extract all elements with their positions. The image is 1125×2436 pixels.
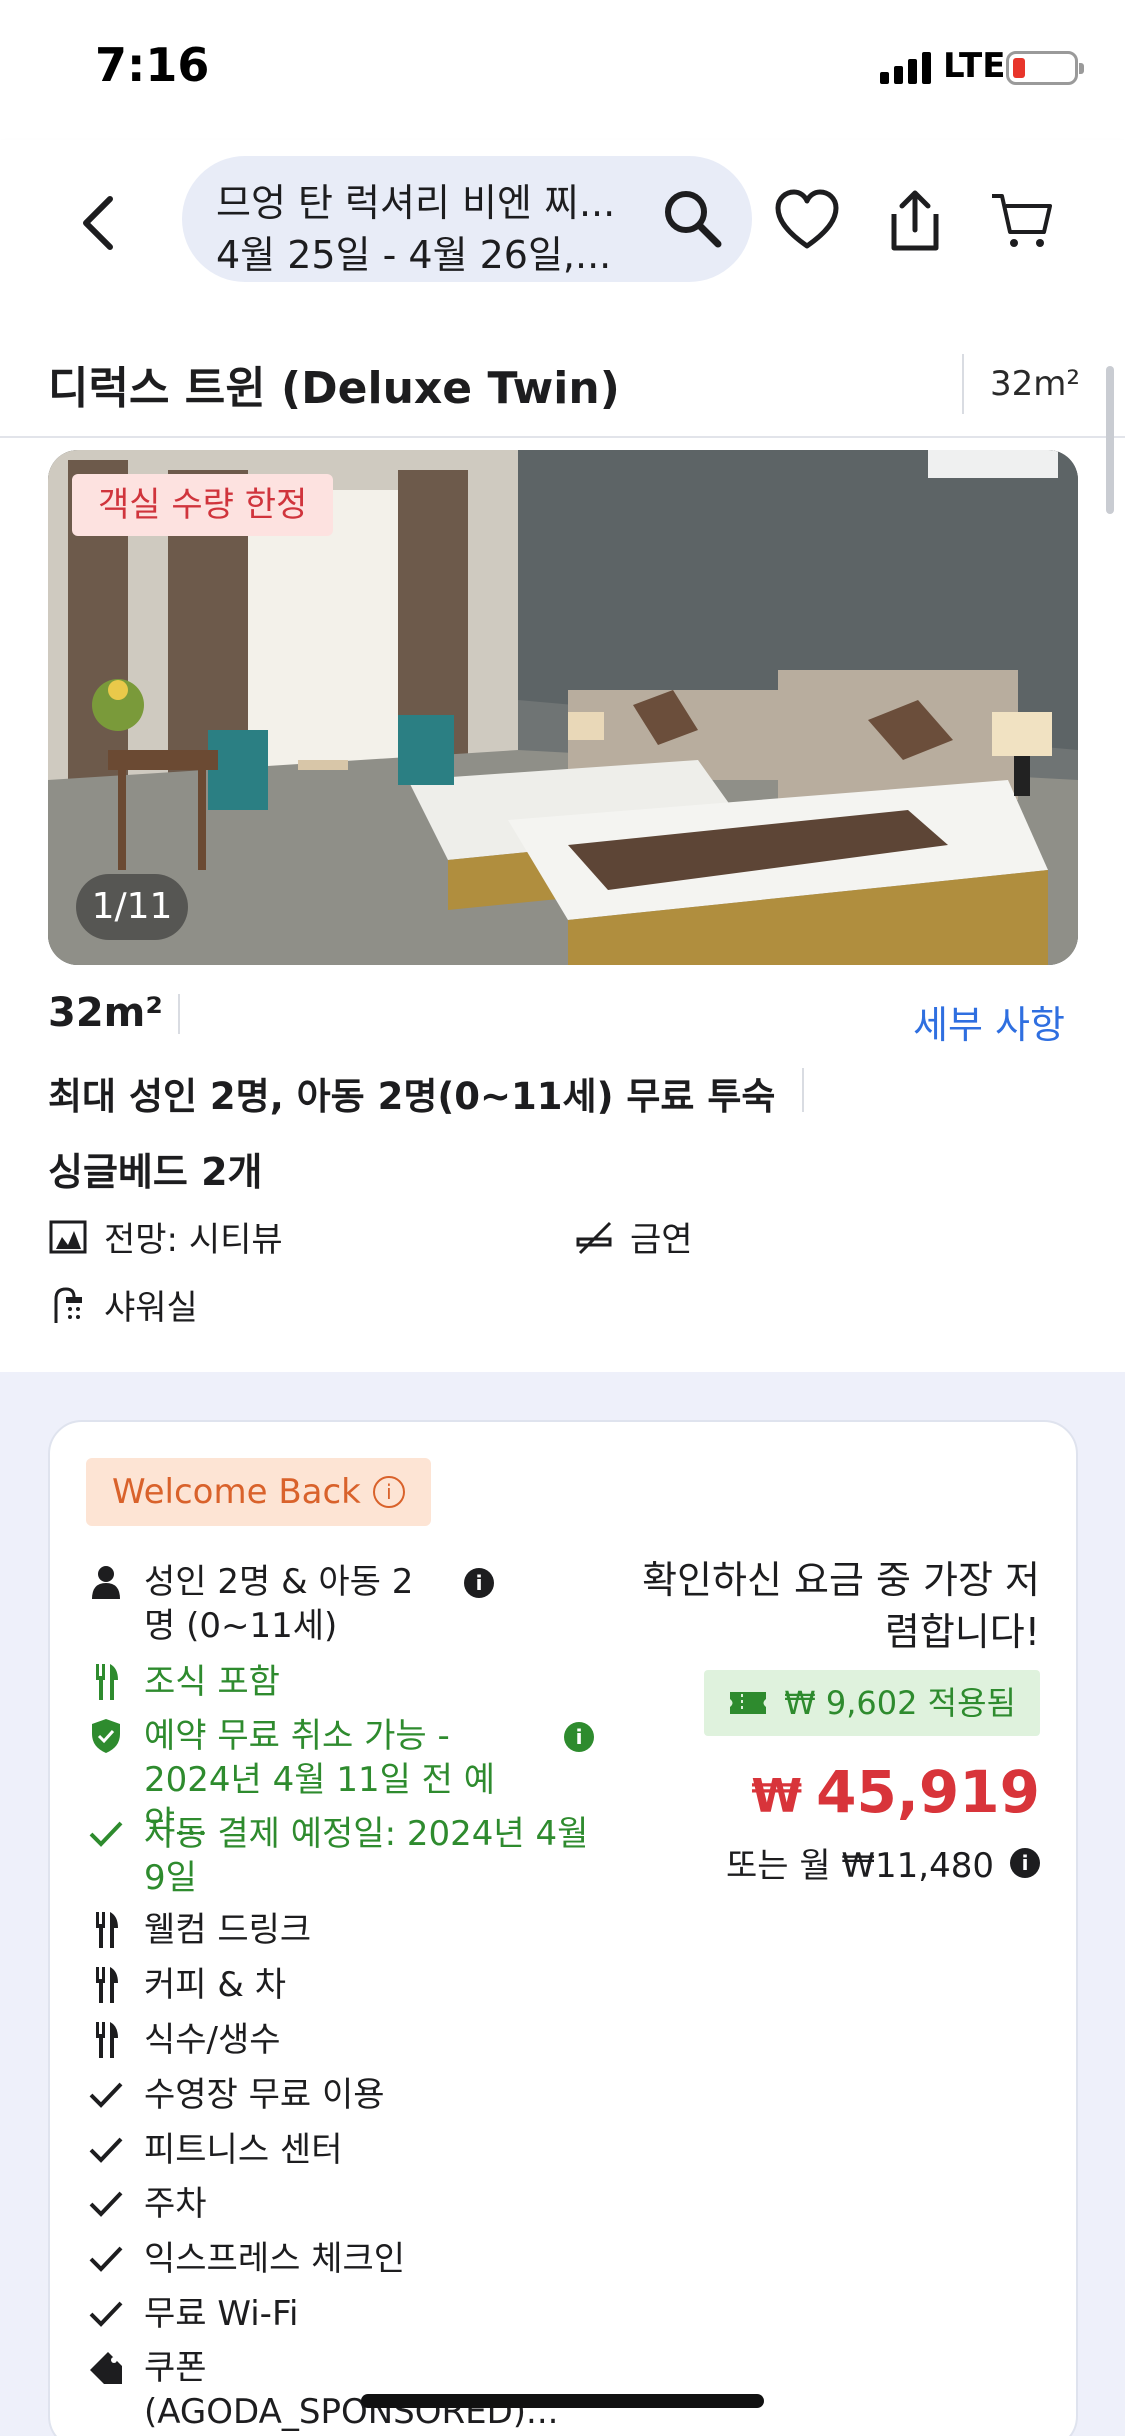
check-icon [86,2292,126,2336]
feature-pool-label: 수영장 무료 이용 [144,2075,385,2115]
room-title: 디럭스 트윈 (Deluxe Twin) [48,363,620,414]
photo-counter: 1/11 [76,874,188,940]
feature-parking-label: 주차 [144,2184,207,2224]
welcome-back-badge[interactable]: Welcome Back i [86,1458,431,1526]
shower-icon [54,1286,82,1323]
network-label: LTE [943,46,1006,86]
lowest-price-message: 확인하신 요금 중 가장 저렴합니다! [642,1558,1040,1654]
signal-icon [880,52,931,84]
back-button[interactable] [68,188,128,258]
feature-breakfast: 조식 포함 [86,1660,604,1704]
amenity-shower: 샤워실 [48,1280,198,1329]
check-icon [86,1812,126,1856]
amenity-smoking-label: 금연 [630,1220,693,1260]
search-dates: 4월 25일 - 4월 26일,... [216,233,612,277]
divider [962,354,964,414]
person-icon [86,1560,126,1604]
currency-symbol: ₩ [751,1769,803,1823]
occupancy-text: 최대 성인 2명, 아동 2명(0~11세) 무료 투숙 [48,1075,776,1118]
city-view-icon [49,1220,87,1253]
monthly-price-label: 또는 월 ₩11,480 [725,1846,994,1886]
cart-icon[interactable] [988,188,1054,254]
feature-welcome-drink-label: 웰컴 드링크 [144,1910,312,1950]
check-icon [86,2073,126,2117]
room-size-label: 32m² [990,364,1081,404]
amenity-smoking: 금연 [574,1212,693,1261]
battery-icon [1006,51,1084,85]
shield-check-icon [86,1714,126,1758]
feature-parking: 주차 [86,2182,604,2226]
cutlery-icon [86,1660,126,1704]
check-icon [86,2182,126,2226]
room-photo[interactable]: 객실 수량 한정 1/11 [48,450,1078,965]
feature-pool: 수영장 무료 이용 [86,2073,604,2117]
feature-water-label: 식수/생수 [144,2020,281,2060]
feature-welcome-drink: 웰컴 드링크 [86,1908,604,1952]
status-bar: 7:16 LTE [0,0,1125,140]
bed-type: 싱글베드 2개 [48,1150,263,1194]
offer-card[interactable]: Welcome Back i 성인 2명 & 아동 2명 (0~11세) i 조… [48,1420,1078,2436]
scrollbar[interactable] [1106,366,1114,514]
divider [802,1068,804,1112]
heart-icon[interactable] [774,188,840,254]
feature-coupon-label: 쿠폰 (AGODA_SPONSORED)... [144,2348,559,2432]
info-icon[interactable]: i [564,1722,594,1752]
info-icon[interactable]: i [1010,1847,1040,1878]
feature-coffee-tea: 커피 & 차 [86,1963,604,2007]
price-amount: 45,919 [816,1758,1040,1826]
room-size: 32m² [48,990,163,1036]
amenity-shower-label: 샤워실 [104,1288,198,1328]
check-icon [86,2237,126,2281]
welcome-back-label: Welcome Back [112,1472,361,1512]
feature-coffee-tea-label: 커피 & 차 [144,1965,286,2005]
amenity-view-label: 전망: 시티뷰 [104,1220,283,1260]
info-icon[interactable]: i [464,1568,494,1598]
amenity-view: 전망: 시티뷰 [48,1212,283,1261]
tag-icon [86,2346,126,2390]
coupon-applied-label: ₩ 9,602 적용됨 [784,1684,1016,1722]
feature-coupon: 쿠폰 (AGODA_SPONSORED)... [86,2346,584,2434]
cutlery-icon [86,2018,126,2062]
details-link[interactable]: 세부 사항 [913,994,1065,1049]
feature-guests-label: 성인 2명 & 아동 2명 (0~11세) [144,1562,414,1646]
info-icon[interactable]: i [372,1476,405,1508]
feature-water: 식수/생수 [86,2018,604,2062]
ticket-icon [730,1692,767,1714]
top-navigation: 므엉 탄 럭셔리 비엔 찌... 4월 25일 - 4월 26일,... [0,140,1125,308]
feature-fitness-label: 피트니스 센터 [144,2130,343,2170]
room-title-bar: 디럭스 트윈 (Deluxe Twin) 32m² [0,308,1125,438]
monthly-price: 또는 월 ₩11,480 i [726,1838,1040,1887]
no-smoking-icon [576,1221,612,1254]
feature-breakfast-label: 조식 포함 [144,1662,280,1702]
check-icon [86,2128,126,2172]
price: ₩45,919 [751,1758,1040,1826]
search-summary-pill[interactable]: 므엉 탄 럭셔리 비엔 찌... 4월 25일 - 4월 26일,... [182,156,752,282]
search-hotel-name: 므엉 탄 럭셔리 비엔 찌... [216,181,616,225]
home-indicator[interactable] [361,2394,764,2408]
coupon-applied-badge: ₩ 9,602 적용됨 [704,1670,1040,1736]
search-icon[interactable] [660,186,724,250]
feature-express-checkin-label: 익스프레스 체크인 [144,2239,406,2279]
chevron-left-icon [83,196,113,250]
cutlery-icon [86,1963,126,2007]
feature-wifi-label: 무료 Wi-Fi [144,2294,299,2334]
limited-rooms-badge: 객실 수량 한정 [72,474,334,536]
status-time: 7:16 [95,38,210,92]
feature-express-checkin: 익스프레스 체크인 [86,2237,604,2281]
feature-wifi: 무료 Wi-Fi [86,2292,604,2336]
divider [178,994,180,1034]
feature-auto-payment: 자동 결제 예정일: 2024년 4월 9일 [86,1812,614,1900]
feature-guests: 성인 2명 & 아동 2명 (0~11세) i [86,1560,494,1648]
cutlery-icon [86,1908,126,1952]
share-icon[interactable] [882,188,948,254]
feature-fitness: 피트니스 센터 [86,2128,604,2172]
feature-auto-payment-label: 자동 결제 예정일: 2024년 4월 9일 [144,1814,589,1898]
